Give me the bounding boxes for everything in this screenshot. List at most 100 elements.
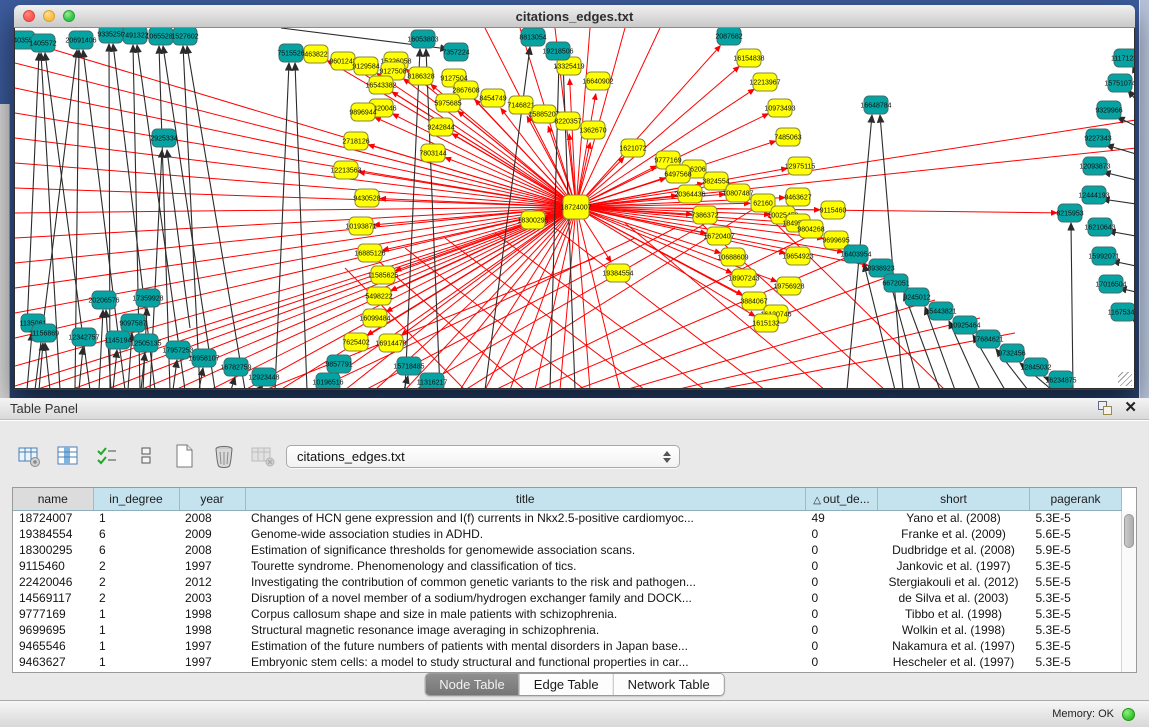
memory-status-indicator[interactable] [1122,708,1135,721]
graph-node[interactable]: 16885126 [354,244,385,262]
graph-node[interactable]: 12845032 [1020,358,1051,376]
table-row[interactable]: 1456911722003Disruption of a novel membe… [13,590,1122,606]
graph-node[interactable]: 6497568 [664,165,691,183]
graph-node[interactable]: 7803144 [419,144,446,162]
tab-edge-table[interactable]: Edge Table [519,674,613,695]
graph-node[interactable]: 1621072 [619,139,646,157]
table-scrollbar-thumb[interactable] [1124,514,1134,548]
graph-node[interactable]: 8454749 [479,89,506,107]
graph-node[interactable]: 8220357 [554,112,581,130]
graph-node[interactable]: 12505135 [130,334,161,352]
graph-node[interactable]: 7515526 [277,44,304,62]
network-graph[interactable]: 1872400746382296012489129584152260589127… [15,28,1134,388]
graph-node[interactable]: 16648784 [860,96,891,114]
graph-node[interactable]: 19384554 [602,264,633,282]
graph-node[interactable]: 17016504 [1095,275,1126,293]
graph-node[interactable]: 2087682 [715,28,742,45]
graph-node[interactable]: 1615132 [752,314,779,332]
tab-node-table[interactable]: Node Table [425,674,519,695]
graph-node[interactable]: 16914479 [375,334,406,352]
graph-node[interactable]: 10925464 [949,316,980,334]
graph-node[interactable]: 16053803 [407,30,438,48]
window-resize-grip[interactable] [1118,372,1132,386]
tab-network-table[interactable]: Network Table [613,674,724,695]
table-row[interactable]: 1830029562008Estimation of significance … [13,542,1122,558]
graph-node[interactable]: 11316217 [417,373,448,388]
col-header-in-degree[interactable]: in_degree [93,488,179,510]
graph-node[interactable]: 1362670 [579,121,606,139]
graph-node[interactable]: 17359928 [132,289,163,307]
graph-node[interactable]: 12213967 [749,73,780,91]
table-selector-dropdown[interactable]: citations_edges.txt [286,445,680,468]
checklist-icon[interactable] [94,443,120,469]
graph-node[interactable]: 20691406 [65,31,96,49]
graph-node[interactable]: 16958107 [188,349,219,367]
graph-node[interactable]: 10688609 [717,248,748,266]
graph-node[interactable]: 9329966 [1095,101,1122,119]
graph-node[interactable]: 12444193 [1078,186,1109,204]
window-titlebar[interactable]: citations_edges.txt [14,5,1135,28]
graph-node[interactable]: 2925334 [150,129,177,147]
col-header-name[interactable]: name [13,488,93,510]
graph-node[interactable]: 11585625 [368,266,399,284]
table-row[interactable]: 1872400712008Changes of HCN gene express… [13,510,1122,526]
graph-node[interactable]: 18724007 [560,195,591,219]
graph-node[interactable]: 12975115 [785,157,816,175]
graph-node[interactable]: 9857791 [325,355,352,373]
graph-node[interactable]: 15443821 [925,302,956,320]
graph-node[interactable]: 17684621 [972,330,1003,348]
graph-node[interactable]: 16543382 [365,76,396,94]
graph-node[interactable]: 9804268 [797,220,824,238]
table-row[interactable]: 946554611997Estimation of the future num… [13,638,1122,654]
graph-node[interactable]: 16720407 [703,227,734,245]
graph-node[interactable]: 3884067 [740,292,767,310]
graph-node[interactable]: 16234875 [1045,371,1076,388]
table-row[interactable]: 2242004622012Investigating the contribut… [13,574,1122,590]
graph-node[interactable]: 16210643 [1084,218,1115,236]
graph-node[interactable]: 9463627 [784,188,811,206]
graph-node[interactable]: 8186328 [407,67,434,85]
graph-node[interactable]: 10193871 [345,217,376,235]
graph-node[interactable]: 7485063 [774,128,801,146]
graph-node[interactable]: 9097587 [119,314,146,332]
graph-node[interactable]: 19756928 [773,277,804,295]
close-panel-icon[interactable]: ✕ [1124,401,1137,415]
graph-node[interactable]: 18907243 [728,269,759,287]
graph-node[interactable]: 12342757 [68,328,99,346]
graph-node[interactable]: 10807487 [722,184,753,202]
graph-node[interactable]: 16154838 [733,49,764,67]
delete-trash-icon[interactable] [211,443,237,469]
graph-node[interactable]: 9115460 [820,201,847,219]
graph-node[interactable]: 1527602 [171,28,198,45]
graph-node[interactable]: 9242844 [427,118,454,136]
graph-node[interactable]: 19218506 [542,42,573,60]
graph-node[interactable]: 2718126 [342,132,369,150]
graph-node[interactable]: 1405572 [29,34,56,52]
col-header-short[interactable]: short [878,488,1030,510]
table-row[interactable]: 911546021997Tourette syndrome. Phenomeno… [13,558,1122,574]
graph-node[interactable]: 20364436 [674,185,705,203]
col-header-year[interactable]: year [179,488,245,510]
graph-node[interactable]: 3824554 [702,172,729,190]
graph-node[interactable]: 1145194 [105,331,132,349]
rows-icon[interactable] [133,443,159,469]
graph-node[interactable]: 6672051 [882,274,909,292]
float-panel-icon[interactable] [1098,401,1112,415]
graph-node[interactable]: 9227343 [1084,129,1111,147]
graph-node[interactable]: 11171234 [1111,49,1134,67]
table-row[interactable]: 969969511998Structural magnetic resonanc… [13,622,1122,638]
graph-node[interactable]: 15992071 [1088,247,1119,265]
graph-node[interactable]: 11675342 [1108,303,1134,321]
col-header-title[interactable]: title [245,488,806,510]
col-header-pagerank[interactable]: pagerank [1030,488,1122,510]
new-table-icon[interactable] [172,443,198,469]
graph-node[interactable]: 463822 [304,45,328,63]
graph-node[interactable]: 12093873 [1079,157,1110,175]
graph-node[interactable]: 10196516 [312,373,343,388]
table-row[interactable]: 1938455462009Genome-wide association stu… [13,526,1122,542]
graph-node[interactable]: 7357224 [442,43,469,61]
graph-node[interactable]: 5975685 [434,94,461,112]
graph-node[interactable]: 16640902 [582,72,613,90]
graph-node[interactable]: 16782759 [220,358,251,376]
graph-node[interactable]: 16403954 [840,245,871,263]
